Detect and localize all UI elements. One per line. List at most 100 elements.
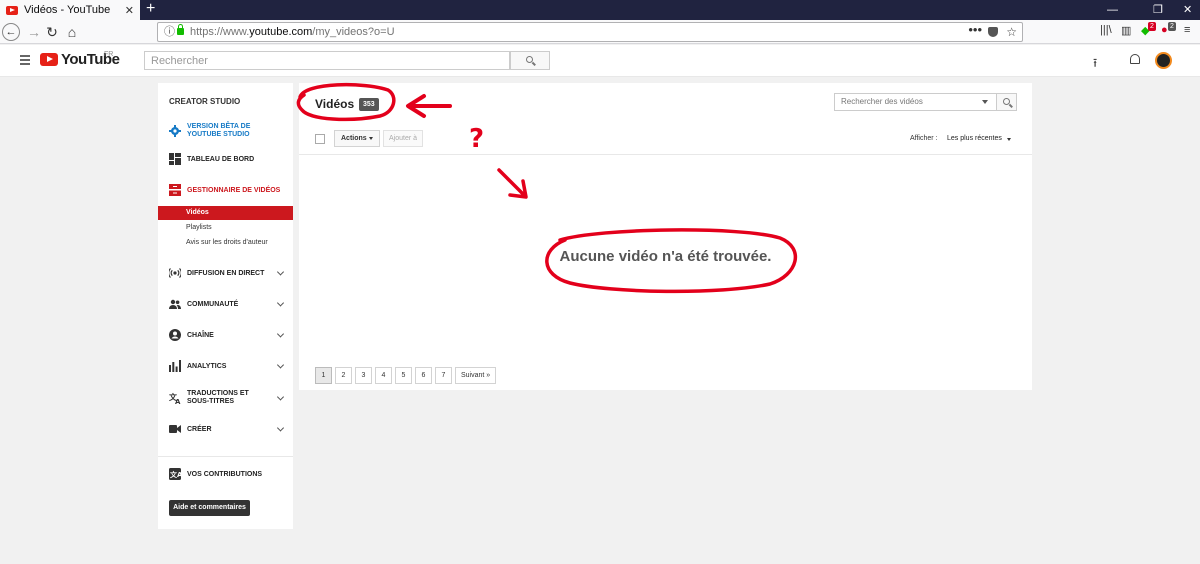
page-actions-icon[interactable]: •••	[968, 21, 982, 39]
sidebar-item-analytics[interactable]: ANALYTICS	[158, 359, 293, 373]
youtube-logo-icon[interactable]	[40, 53, 58, 66]
video-search-button[interactable]	[997, 93, 1017, 111]
url-text: https://www.youtube.com/my_videos?o=U	[190, 26, 395, 38]
close-window-button[interactable]: ✕	[1183, 0, 1192, 20]
youtube-favicon-icon	[6, 5, 18, 15]
reload-icon[interactable]: ↻	[42, 22, 62, 42]
select-all-checkbox[interactable]	[315, 134, 325, 144]
lock-icon	[177, 24, 184, 35]
analytics-icon	[169, 360, 181, 372]
sidebar-item-label: TRADUCTIONS ET SOUS-TITRES	[187, 390, 249, 405]
chevron-down-icon	[276, 361, 285, 369]
home-icon[interactable]: ⌂	[62, 22, 82, 42]
search-icon	[1003, 98, 1010, 105]
sidebar-item-contributions[interactable]: 文A VOS CONTRIBUTIONS	[158, 467, 293, 481]
sidebar-subitem-playlists[interactable]: Playlists	[158, 221, 293, 235]
sort-dropdown[interactable]: Les plus récentes	[947, 135, 1011, 142]
browser-navbar: ← → ↻ ⌂ ⓘ https://www.youtube.com/my_vid…	[0, 20, 1200, 44]
sidebar-item-label: TABLEAU DE BORD	[187, 155, 255, 163]
sort-label: Afficher :	[910, 135, 938, 142]
pagination: 1 2 3 4 5 6 7 Suivant »	[315, 367, 499, 384]
sidebar-item-live[interactable]: DIFFUSION EN DIRECT	[158, 266, 293, 280]
avatar[interactable]	[1155, 52, 1172, 69]
sidebar-item-community[interactable]: COMMUNAUTÉ	[158, 297, 293, 311]
sidebar-item-studio-beta[interactable]: VERSION BÊTA DE YOUTUBE STUDIO	[158, 121, 293, 141]
sidebar-item-channel[interactable]: CHAÎNE	[158, 328, 293, 342]
page-button-5[interactable]: 5	[395, 367, 412, 384]
library-icon[interactable]: |||\	[1100, 24, 1112, 36]
extension-badge: 2	[1148, 22, 1156, 31]
toolbar-divider	[299, 154, 1032, 155]
contributions-icon: 文A	[169, 468, 183, 480]
restore-button[interactable]: ❐	[1153, 0, 1163, 20]
svg-text:A: A	[175, 398, 181, 404]
page-title: Vidéos	[315, 97, 355, 111]
sidebar-item-label: CHAÎNE	[187, 331, 214, 339]
browser-tab[interactable]: Vidéos - YouTube ✕	[0, 0, 140, 20]
address-bar[interactable]: ⓘ https://www.youtube.com/my_videos?o=U …	[157, 22, 1023, 42]
camera-icon	[169, 423, 181, 435]
video-manager-panel: Vidéos 353 Rechercher des vidéos Actions…	[299, 83, 1032, 390]
add-to-button[interactable]: Ajouter à	[383, 130, 423, 147]
guide-menu-button[interactable]	[16, 50, 34, 72]
sidebar-divider	[158, 456, 293, 457]
search-options-dropdown-icon[interactable]	[982, 100, 988, 104]
sidebar-item-create[interactable]: CRÉER	[158, 422, 293, 436]
page-button-2[interactable]: 2	[335, 367, 352, 384]
browser-tab-strip: Vidéos - YouTube ✕ + — ❐ ✕	[0, 0, 1200, 20]
page-button-1[interactable]: 1	[315, 367, 332, 384]
gear-icon	[169, 125, 181, 137]
info-icon[interactable]: ⓘ	[164, 23, 175, 41]
pocket-icon[interactable]	[988, 27, 998, 37]
chevron-down-icon	[369, 137, 373, 140]
chevron-down-icon	[276, 393, 285, 401]
forward-arrow-icon[interactable]: →	[24, 22, 44, 42]
sidebar-item-dashboard[interactable]: TABLEAU DE BORD	[158, 152, 293, 166]
sidebar-item-label: DIFFUSION EN DIRECT	[187, 269, 265, 277]
sidebar-subitem-copyright[interactable]: Avis sur les droits d'auteur	[158, 236, 293, 250]
search-placeholder: Rechercher	[151, 54, 208, 67]
video-search-placeholder: Rechercher des vidéos	[841, 97, 923, 106]
country-code: FR	[104, 51, 114, 58]
page-button-3[interactable]: 3	[355, 367, 372, 384]
video-count-badge: 353	[359, 98, 379, 111]
sidebar-item-label: VERSION BÊTA DE YOUTUBE STUDIO	[187, 123, 251, 138]
next-page-button[interactable]: Suivant »	[455, 367, 497, 384]
channel-icon	[169, 329, 181, 341]
chevron-down-icon	[276, 424, 285, 432]
translate-icon: 文A	[169, 392, 181, 406]
back-arrow-icon[interactable]: ←	[2, 23, 20, 41]
new-tab-button[interactable]: +	[146, 0, 155, 20]
sidebar-item-translations[interactable]: 文A TRADUCTIONS ET SOUS-TITRES	[158, 388, 293, 408]
community-icon	[169, 298, 181, 310]
minimize-button[interactable]: —	[1107, 0, 1118, 20]
chevron-down-icon	[276, 268, 285, 276]
adblock-badge: 2	[1168, 22, 1176, 31]
sidebar-item-label: VOS CONTRIBUTIONS	[187, 470, 263, 478]
sidebar-subitem-videos[interactable]: Vidéos	[158, 206, 293, 220]
tab-close-icon[interactable]: ✕	[125, 4, 134, 17]
chevron-down-icon	[276, 299, 285, 307]
bookmark-star-icon[interactable]: ☆	[1006, 23, 1017, 41]
video-search-input[interactable]: Rechercher des vidéos	[834, 93, 997, 111]
help-feedback-button[interactable]: Aide et commentaires	[169, 500, 250, 516]
notifications-bell-icon[interactable]	[1130, 54, 1140, 64]
actions-dropdown-button[interactable]: Actions	[334, 130, 380, 147]
page-button-4[interactable]: 4	[375, 367, 392, 384]
svg-text:文A: 文A	[170, 470, 181, 479]
empty-state-message: Aucune vidéo n'a été trouvée.	[559, 248, 772, 265]
adblock-icon[interactable]: ●	[1161, 24, 1168, 36]
sidebar-item-video-manager[interactable]: GESTIONNAIRE DE VIDÉOS	[158, 183, 293, 197]
menu-icon[interactable]: ≡	[1184, 24, 1190, 36]
live-icon	[168, 267, 182, 279]
youtube-search-input[interactable]: Rechercher	[144, 51, 510, 70]
tab-title: Vidéos - YouTube	[24, 4, 111, 16]
upload-icon[interactable]: ⭱	[1093, 54, 1097, 75]
sidebar-icon[interactable]: ▥	[1121, 24, 1131, 37]
sidebar-item-label: CRÉER	[187, 425, 212, 433]
sidebar-item-label: GESTIONNAIRE DE VIDÉOS	[187, 186, 281, 194]
page-button-7[interactable]: 7	[435, 367, 452, 384]
youtube-search-button[interactable]	[510, 51, 550, 70]
page-button-6[interactable]: 6	[415, 367, 432, 384]
dashboard-icon	[169, 153, 181, 165]
